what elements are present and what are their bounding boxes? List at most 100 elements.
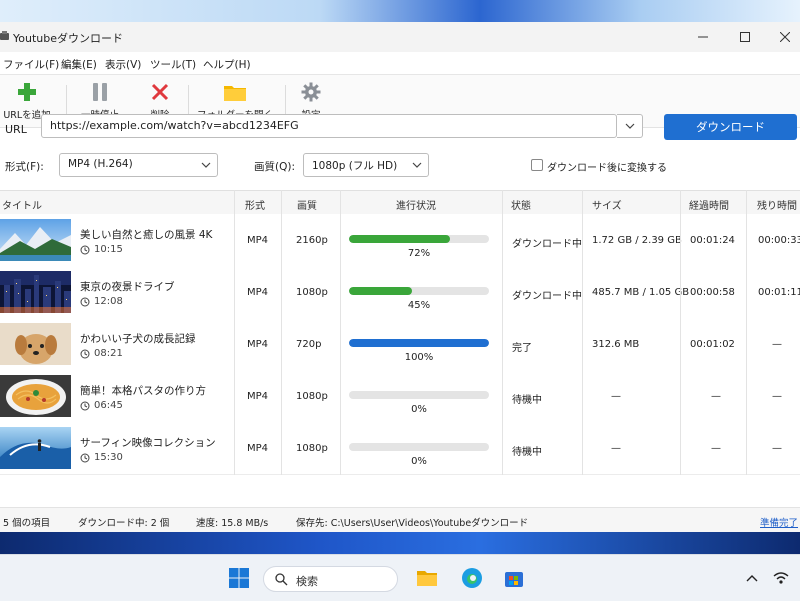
size-cell: — — [611, 391, 621, 402]
chevron-down-icon — [625, 123, 634, 129]
video-thumbnail — [0, 219, 71, 261]
edge-browser-icon[interactable] — [461, 567, 483, 589]
size-cell: 1.72 GB / 2.39 GB — [592, 235, 682, 246]
column-header-quality[interactable]: 画質 — [297, 197, 317, 212]
duration-text: 06:45 — [94, 400, 123, 411]
gear-icon — [299, 81, 323, 103]
wifi-icon[interactable] — [773, 571, 789, 585]
video-title: 簡単！本格パスタの作り方 — [80, 385, 206, 397]
duration-text: 15:30 — [94, 452, 123, 463]
window-title: Youtubeダウンロード — [13, 32, 123, 45]
video-duration: 10:15 — [80, 244, 123, 255]
progress-percent: 100% — [404, 352, 434, 363]
video-duration: 15:30 — [80, 452, 123, 463]
pause-icon — [88, 81, 112, 103]
status-save-path: 保存先: C:\Users\User\Videos\Youtubeダウンロード — [296, 518, 529, 529]
column-header-title[interactable]: タイトル — [2, 197, 42, 212]
status-downloading: ダウンロード中: 2 個 — [78, 518, 170, 529]
chevron-up-icon[interactable] — [746, 574, 758, 582]
windows-start-icon[interactable] — [228, 567, 250, 589]
format-cell: MP4 — [247, 391, 269, 402]
url-history-dropdown[interactable] — [617, 114, 643, 138]
progress-percent: 45% — [407, 300, 431, 311]
progress-bar — [349, 287, 489, 295]
close-icon[interactable] — [762, 22, 800, 52]
size-cell: — — [611, 443, 621, 454]
format-cell: MP4 — [247, 287, 269, 298]
quality-cell: 720p — [296, 339, 322, 350]
quality-cell: 1080p — [296, 391, 328, 402]
progress-bar — [349, 235, 489, 243]
quality-select[interactable]: 1080p (フル HD) — [303, 153, 429, 177]
url-label: URL — [5, 123, 27, 136]
format-cell: MP4 — [247, 339, 269, 350]
progress-bar — [349, 443, 489, 451]
video-title: サーフィン映像コレクション — [80, 437, 216, 449]
file-explorer-icon[interactable] — [416, 567, 438, 589]
column-divider — [746, 190, 747, 475]
quality-value: 1080p (フル HD) — [312, 160, 398, 172]
video-thumbnail — [0, 375, 71, 417]
size-cell: 312.6 MB — [592, 339, 640, 350]
search-placeholder: 検索 — [296, 575, 318, 588]
format-select[interactable]: MP4 (H.264) — [59, 153, 218, 177]
status-ready-link[interactable]: 準備完了 — [760, 515, 798, 529]
progress-fill — [349, 339, 489, 347]
delete-x-icon — [148, 81, 172, 103]
menu-file[interactable]: ファイル(F) — [3, 57, 59, 72]
column-divider — [582, 190, 583, 475]
desktop-wallpaper-top — [0, 0, 800, 22]
clock-icon — [80, 453, 90, 462]
format-cell: MP4 — [247, 235, 269, 246]
progress-percent: 0% — [411, 404, 427, 415]
column-header-progress[interactable]: 進行状況 — [396, 197, 436, 212]
menu-bar: ファイル(F) 編集(E) 表示(V) ツール(T) ヘルプ(H) — [0, 52, 800, 75]
quality-cell: 1080p — [296, 287, 328, 298]
folder-icon — [223, 81, 247, 103]
column-header-remaining[interactable]: 残り時間 — [757, 197, 797, 212]
video-duration: 12:08 — [80, 296, 123, 307]
column-header-size[interactable]: サイズ — [592, 197, 622, 212]
status-cell: 待機中 — [512, 447, 542, 458]
duration-text: 08:21 — [94, 348, 123, 359]
url-input[interactable]: https://example.com/watch?v=abcd1234EFG — [41, 114, 617, 138]
status-cell: ダウンロード中 — [512, 239, 582, 250]
status-speed: 速度: 15.8 MB/s — [196, 518, 269, 529]
column-divider — [502, 190, 503, 475]
progress-bar — [349, 391, 489, 399]
video-duration: 08:21 — [80, 348, 123, 359]
remaining-cell: — — [772, 391, 782, 402]
video-title: 東京の夜景ドライブ — [80, 281, 175, 293]
elapsed-cell: — — [711, 391, 721, 402]
column-divider — [340, 190, 341, 475]
menu-edit[interactable]: 編集(E) — [61, 57, 97, 72]
menu-view[interactable]: 表示(V) — [105, 57, 141, 72]
chevron-down-icon — [412, 162, 422, 168]
store-icon[interactable] — [503, 567, 525, 589]
plus-icon — [15, 81, 39, 103]
column-divider — [680, 190, 681, 475]
minimize-icon[interactable] — [680, 22, 726, 52]
download-button[interactable]: ダウンロード — [664, 114, 797, 140]
clock-icon — [80, 401, 90, 410]
progress-percent: 0% — [411, 456, 427, 467]
progress-fill — [349, 235, 450, 243]
status-cell: 完了 — [512, 343, 532, 354]
video-thumbnail — [0, 427, 71, 469]
column-header-format[interactable]: 形式 — [245, 197, 265, 212]
status-bar: 5 個の項目 ダウンロード中: 2 個 速度: 15.8 MB/s 保存先: C… — [0, 507, 800, 533]
column-divider — [234, 190, 235, 475]
taskbar-search[interactable]: 検索 — [263, 566, 398, 592]
video-title: 美しい自然と癒しの風景 4K — [80, 229, 213, 241]
status-cell: 待機中 — [512, 395, 542, 406]
convert-checkbox[interactable] — [531, 159, 543, 171]
duration-text: 10:15 — [94, 244, 123, 255]
video-duration: 06:45 — [80, 400, 123, 411]
menu-tools[interactable]: ツール(T) — [150, 57, 196, 72]
clock-icon — [80, 297, 90, 306]
column-header-elapsed[interactable]: 経過時間 — [689, 197, 729, 212]
column-header-status[interactable]: 状態 — [511, 197, 531, 212]
menu-help[interactable]: ヘルプ(H) — [203, 57, 251, 72]
duration-text: 12:08 — [94, 296, 123, 307]
video-thumbnail — [0, 271, 71, 313]
